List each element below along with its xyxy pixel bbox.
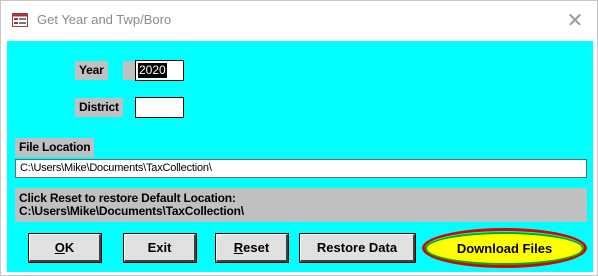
file-location-label: File Location: [15, 138, 95, 157]
exit-button[interactable]: Exit: [124, 234, 196, 262]
year-input[interactable]: 2020: [135, 60, 184, 81]
district-label: District: [75, 98, 123, 117]
ok-button[interactable]: OK: [29, 234, 101, 262]
restore-data-button[interactable]: Restore Data: [300, 234, 415, 262]
year-label-gap: [123, 61, 135, 80]
ok-label-rest: K: [64, 240, 75, 255]
window-title: Get Year and Twp/Boro: [37, 12, 172, 27]
reset-info-box: Click Reset to restore Default Location:…: [15, 188, 587, 222]
reset-info-line2: C:\Users\Mike\Documents\TaxCollection\: [19, 204, 244, 218]
year-value: 2020: [138, 63, 167, 78]
district-input[interactable]: [135, 97, 184, 118]
dialog-window: Get Year and Twp/Boro ✕ Year 2020 Distri…: [0, 0, 598, 276]
reset-label-rest: eset: [243, 240, 270, 255]
file-location-input[interactable]: C:\Users\Mike\Documents\TaxCollection\: [15, 159, 587, 178]
close-icon[interactable]: ✕: [561, 7, 589, 35]
reset-button[interactable]: Reset: [216, 234, 288, 262]
ok-mnemonic: O: [54, 240, 65, 255]
form-icon: [12, 13, 28, 27]
form-body: Year 2020 District File Location C:\User…: [7, 41, 593, 272]
reset-mnemonic: R: [233, 240, 244, 255]
year-label: Year: [75, 61, 108, 80]
download-files-button[interactable]: Download Files: [425, 232, 584, 265]
title-bar[interactable]: Get Year and Twp/Boro ✕: [1, 1, 597, 41]
